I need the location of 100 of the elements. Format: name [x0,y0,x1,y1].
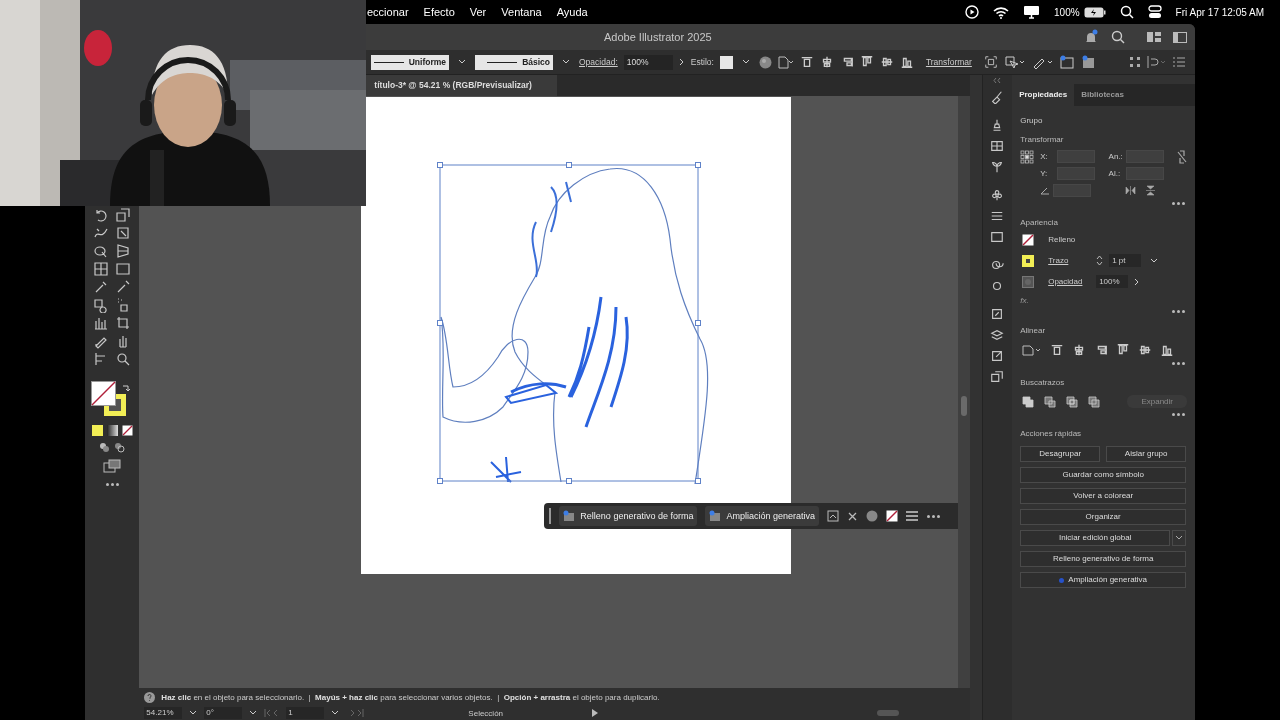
align-icon[interactable] [1138,343,1153,357]
screen-mode-icon[interactable] [103,459,122,473]
document-icon[interactable] [777,55,794,69]
menu-icon[interactable] [1173,57,1185,67]
lines-icon[interactable] [990,209,1005,223]
image-icon[interactable] [827,510,839,522]
grid-icon[interactable] [1129,56,1141,68]
align-icon[interactable] [799,55,814,69]
panel-toggle-icon[interactable] [1173,31,1187,43]
bar-chart-icon[interactable] [93,315,110,331]
menu-item[interactable]: Ventana [501,6,542,18]
opacity-field[interactable]: 100% [623,54,673,70]
zoom-field[interactable]: 54.21% [144,707,183,719]
stack-icon[interactable] [990,370,1005,384]
opacity-icon[interactable] [1022,275,1035,288]
select-icon[interactable] [1003,55,1026,69]
scale-icon[interactable] [115,207,132,223]
pathfinder-icon[interactable] [1022,395,1035,408]
color-mode-button[interactable] [91,425,103,436]
quick-action-button[interactable]: Organizar [1020,509,1187,525]
sprout-icon[interactable] [990,160,1005,174]
appearance-label[interactable]: Trazo [1048,256,1091,265]
pathfinder-icon[interactable] [1044,395,1057,408]
menu-item[interactable]: Efecto [423,6,455,18]
chevron-right-icon[interactable] [678,58,685,66]
scrollbar-thumb[interactable] [877,710,900,716]
style-swatch[interactable] [719,55,733,69]
panel-tab[interactable]: Propiedades [1012,84,1075,106]
chevron-icon[interactable] [458,59,466,65]
stepper-icon[interactable] [1096,255,1104,266]
draw-mode-icon[interactable] [99,442,111,453]
appearance-label[interactable]: Opacidad [1048,277,1091,286]
fill-stroke-swatches[interactable] [91,381,128,417]
search-icon[interactable] [1119,5,1134,19]
brush-icon[interactable] [990,90,1005,104]
chevron-icon[interactable] [741,59,750,65]
none-swatch-icon[interactable] [886,510,898,522]
flip-horizontal-icon[interactable] [1124,186,1136,195]
blend-icon[interactable] [93,297,110,313]
grid-icon[interactable] [990,139,1005,153]
toggle-icon[interactable] [1147,5,1162,19]
quick-action-button[interactable]: Desagrupar [1020,446,1101,462]
brush-dropdown[interactable]: Básico [475,54,553,70]
quick-action-button[interactable]: Guardar como símbolo [1020,467,1187,483]
contextual-button[interactable]: Relleno generativo de forma [559,506,698,526]
value-field[interactable]: 100% [1096,275,1129,288]
align-icon[interactable] [859,55,874,69]
chevron-icon[interactable] [249,710,258,716]
display-icon[interactable] [1023,5,1041,19]
perspective-icon[interactable] [115,243,132,259]
align-icon[interactable] [879,55,894,69]
distribute-icon[interactable] [1147,56,1167,68]
share-icon[interactable] [990,349,1005,363]
none-mode-button[interactable] [121,425,133,436]
wifi-icon[interactable] [993,5,1010,19]
crop-icon[interactable] [115,315,132,331]
quick-action-button[interactable]: Iniciar edición global [1020,530,1171,546]
menu-icon[interactable] [906,511,918,521]
chevron-icon[interactable] [1150,257,1159,264]
image-icon[interactable] [1059,55,1075,69]
menu-item[interactable]: Ver [469,6,487,18]
stroke-swatch[interactable] [1022,254,1035,267]
dropdown-button[interactable] [1172,530,1187,546]
quick-action-button[interactable]: Relleno generativo de forma [1020,551,1187,567]
opacity-label[interactable]: Opacidad: [579,57,618,67]
help-icon[interactable] [144,691,156,703]
image-icon[interactable] [1080,55,1096,69]
rotation-field[interactable]: 0° [204,707,243,719]
chevron-icon[interactable] [562,59,570,65]
export-icon[interactable] [990,307,1005,321]
chevron-right-icon[interactable] [1134,277,1141,286]
play-icon[interactable] [965,5,980,19]
workspace-icon[interactable] [1147,32,1161,42]
quick-action-button[interactable]: Aislar grupo [1106,446,1187,462]
circles-icon[interactable] [990,258,1005,272]
globe-icon[interactable] [866,510,878,522]
close-icon[interactable] [847,510,858,522]
draw-behind-icon[interactable] [114,442,126,453]
value-field[interactable]: 1 pt [1109,254,1142,267]
free-transform-icon[interactable] [115,225,132,241]
quick-action-button[interactable]: Ampliación generativa [1020,572,1187,588]
effects-button[interactable]: fx. [1020,296,1187,305]
chevron-icon[interactable] [331,710,340,716]
align-to-icon[interactable] [1022,344,1043,356]
pathfinder-icon[interactable] [1088,395,1101,408]
align-icon[interactable] [1160,343,1175,357]
club-icon[interactable] [990,188,1005,202]
panel-tab[interactable]: Bibliotecas [1074,84,1131,106]
transform-link[interactable]: Transformar [925,57,972,67]
collapse-icon[interactable] [993,78,1002,83]
stroke-profile-dropdown[interactable]: Uniforme [371,54,449,70]
flip-vertical-icon[interactable] [1145,185,1155,196]
mesh-icon[interactable] [93,261,110,277]
align-icon[interactable] [1116,343,1131,357]
quick-action-button[interactable]: Volver a colorear [1020,488,1187,504]
scrollbar-thumb[interactable] [960,396,967,416]
fill-swatch[interactable] [1022,233,1035,246]
frame-icon[interactable] [983,55,998,69]
align-icon[interactable] [899,55,914,69]
gradient-mode-button[interactable] [106,425,118,436]
